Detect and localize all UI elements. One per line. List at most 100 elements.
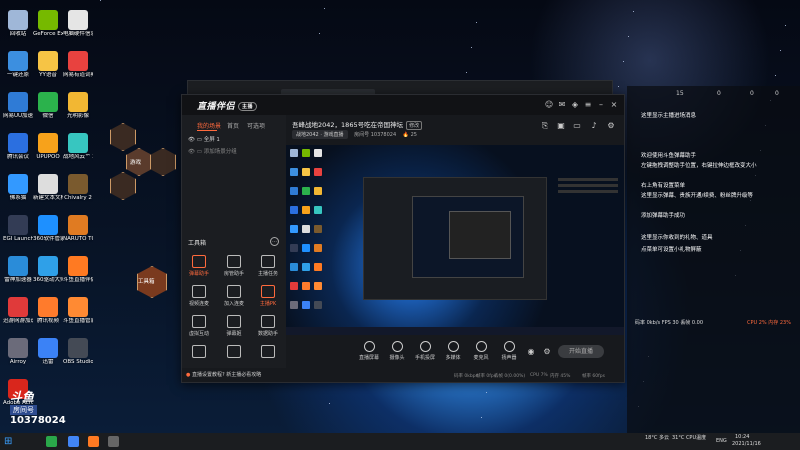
desktop-icon[interactable]: 光明影像 xyxy=(63,92,93,120)
desktop-app-icon xyxy=(38,297,58,317)
tool-more-3[interactable] xyxy=(253,345,283,358)
desktop-icon[interactable]: 迅雷 xyxy=(33,338,63,366)
desktop-app-icon xyxy=(38,10,58,30)
desktop-app-icon xyxy=(38,51,58,71)
viewer-count: 25 xyxy=(410,132,417,138)
taskbar-app-icon[interactable] xyxy=(108,436,119,447)
preview-chat-overlay xyxy=(558,175,618,275)
desktop-icon-label: 迅游网游加速器 xyxy=(3,318,33,324)
preview-mini-icon xyxy=(290,301,298,309)
settings-icon[interactable]: ⚙ xyxy=(606,121,616,131)
tool-more-2[interactable] xyxy=(219,345,249,358)
desktop-icon[interactable]: EGI Launcher xyxy=(3,215,33,243)
desktop-icon[interactable]: 网易UU加速器 xyxy=(3,92,33,120)
desktop-icon[interactable]: YY语音 xyxy=(33,51,63,79)
menu-icon[interactable]: ≡ xyxy=(583,100,593,110)
desktop-icon[interactable]: 微信 xyxy=(33,92,63,120)
minimize-icon[interactable]: – xyxy=(596,100,606,110)
desktop-icon[interactable]: 迅游网游加速器 xyxy=(3,297,33,325)
desktop-icon[interactable]: 电脑硬件信息 xyxy=(63,10,93,38)
source-camera[interactable]: 摄像头 xyxy=(384,341,410,361)
desktop-icon[interactable]: 网易有道词典 xyxy=(63,51,93,79)
stat-memory: 内存 45% xyxy=(550,374,571,379)
desktop-icon[interactable]: NARUTO TO BO... xyxy=(63,215,93,243)
tool-data-helper[interactable]: 数据助手 xyxy=(253,315,283,337)
tool-more-1[interactable] xyxy=(184,345,214,358)
tray-time[interactable]: 10:24 xyxy=(735,434,749,440)
stream-preview[interactable] xyxy=(286,145,624,335)
desktop-icon[interactable]: Airroy xyxy=(3,338,33,366)
desktop-icon[interactable]: OBS Studio xyxy=(63,338,93,366)
tray-language[interactable]: ENG xyxy=(716,438,727,444)
tool-anchor-pk[interactable]: 主播PK xyxy=(253,285,283,307)
edit-title-button[interactable]: 修改 xyxy=(406,121,423,130)
gift-icon[interactable]: ▣ xyxy=(556,121,566,131)
taskbar-app-icon[interactable] xyxy=(46,436,57,447)
desktop-icon[interactable]: 佛系猫 xyxy=(3,174,33,202)
tab-home[interactable]: 首页 xyxy=(227,121,239,130)
desktop-icon[interactable]: 腾讯视频 xyxy=(33,297,63,325)
desktop-icon[interactable]: 斗鱼直播伴侣 xyxy=(63,256,93,284)
tool-danmu-helper[interactable]: 弹幕助手 xyxy=(184,255,214,277)
desktop-icon[interactable]: UPUPOO xyxy=(33,133,63,161)
desktop-icon[interactable]: 战地风云™ 2042 xyxy=(63,133,93,161)
taskbar-app-icon[interactable] xyxy=(68,436,79,447)
source-speaker[interactable]: 扬声器 xyxy=(496,341,522,361)
anchor-badge[interactable]: 主播 xyxy=(238,102,258,111)
tool-virtual[interactable]: 虚拟互动 xyxy=(184,315,214,337)
star xyxy=(628,36,629,37)
tray-weather[interactable]: 18°C 多云 xyxy=(645,435,669,441)
source-mic[interactable]: 麦克风 xyxy=(468,341,494,361)
source-media[interactable]: 多媒体 xyxy=(440,341,466,361)
room-number-logo: 斗鱼 房间号 10378024 xyxy=(10,388,66,432)
user-icon[interactable]: ☺ xyxy=(544,100,554,110)
tools-more-icon[interactable]: … xyxy=(270,237,279,246)
tool-room-admin[interactable]: 房管助手 xyxy=(219,255,249,277)
tab-my-scenes[interactable]: 我的场景 xyxy=(197,121,221,130)
tab-options[interactable]: 可选项 xyxy=(247,121,265,130)
preview-mini-icon xyxy=(290,244,298,252)
taskbar-app-icon[interactable] xyxy=(88,436,99,447)
tool-anchor-task[interactable]: 主播任务 xyxy=(253,255,283,277)
desktop-app-icon xyxy=(8,338,28,358)
skin-icon[interactable]: ◈ xyxy=(570,100,580,110)
desktop-icon[interactable]: 雷神加速器 xyxy=(3,256,33,284)
desktop-icon-label: Airroy xyxy=(9,359,27,365)
desktop-app-icon xyxy=(38,215,58,235)
source-screen[interactable]: 直播屏幕 xyxy=(356,341,382,361)
tool-join-link[interactable]: 加入连麦 xyxy=(219,285,249,307)
message-icon[interactable]: ✉ xyxy=(557,100,567,110)
tool-danmu-ji[interactable]: 弹幕姬 xyxy=(219,315,249,337)
danmu-chat-panel[interactable]: 15 0 0 0 这里显示主播进场消息 欢迎使用斗鱼弹幕助手 左键拖拽调整助手位… xyxy=(627,86,800,433)
desktop-icon[interactable]: 斗鱼直播管家 xyxy=(63,297,93,325)
desktop-icon[interactable]: 腾讯会议 xyxy=(3,133,33,161)
desktop-icon-label: 光明影像 xyxy=(66,113,89,119)
source-phone[interactable]: 手机投屏 xyxy=(412,341,438,361)
tool-video-link[interactable]: 视频连麦 xyxy=(184,285,214,307)
tray-cpu-temp[interactable]: 31°C CPU温度 xyxy=(672,435,706,441)
start-stream-button[interactable]: 开始直播 xyxy=(558,345,604,358)
bell-icon[interactable]: ♪ xyxy=(589,121,599,131)
desktop-icon[interactable]: 回收站 xyxy=(3,10,33,38)
viewers-icon: 🔥 xyxy=(402,132,409,138)
tray-date[interactable]: 2021/11/16 xyxy=(732,441,761,447)
desktop-icon[interactable]: 360驱动大师 xyxy=(33,256,63,284)
tutorial-tip[interactable]: ● 直播设置教程? 新主播必看攻略 xyxy=(186,371,261,378)
close-icon[interactable]: × xyxy=(609,100,619,110)
add-scene-group[interactable]: 👁 ▭ 添加场景分组 xyxy=(188,147,237,155)
desktop-icon[interactable]: GeForce Experience xyxy=(33,10,63,38)
desktop-icon[interactable]: Chivalry 2 xyxy=(63,174,93,202)
screen-icon[interactable]: ▭ xyxy=(572,121,582,131)
eye-icon[interactable]: ◉ xyxy=(526,347,536,357)
desktop-icon[interactable]: 新建文本文档 xyxy=(33,174,63,202)
category-pill[interactable]: 战地2042 · 游戏直播 xyxy=(292,130,348,139)
preview-mini-icon xyxy=(314,168,322,176)
chat-stat-3: 0 xyxy=(750,90,754,97)
desktop-icon[interactable]: 一键还原 xyxy=(3,51,33,79)
gear-icon[interactable]: ⚙ xyxy=(542,347,552,357)
windows-start-icon[interactable]: ⊞ xyxy=(4,436,15,447)
share-icon[interactable]: ⎘ xyxy=(540,121,550,131)
stat-fps-target: 帧率 60fps xyxy=(582,374,605,379)
scene-item[interactable]: 👁 ▭ 全屏 1 xyxy=(188,135,220,143)
desktop-icon[interactable]: 360软件管家 xyxy=(33,215,63,243)
